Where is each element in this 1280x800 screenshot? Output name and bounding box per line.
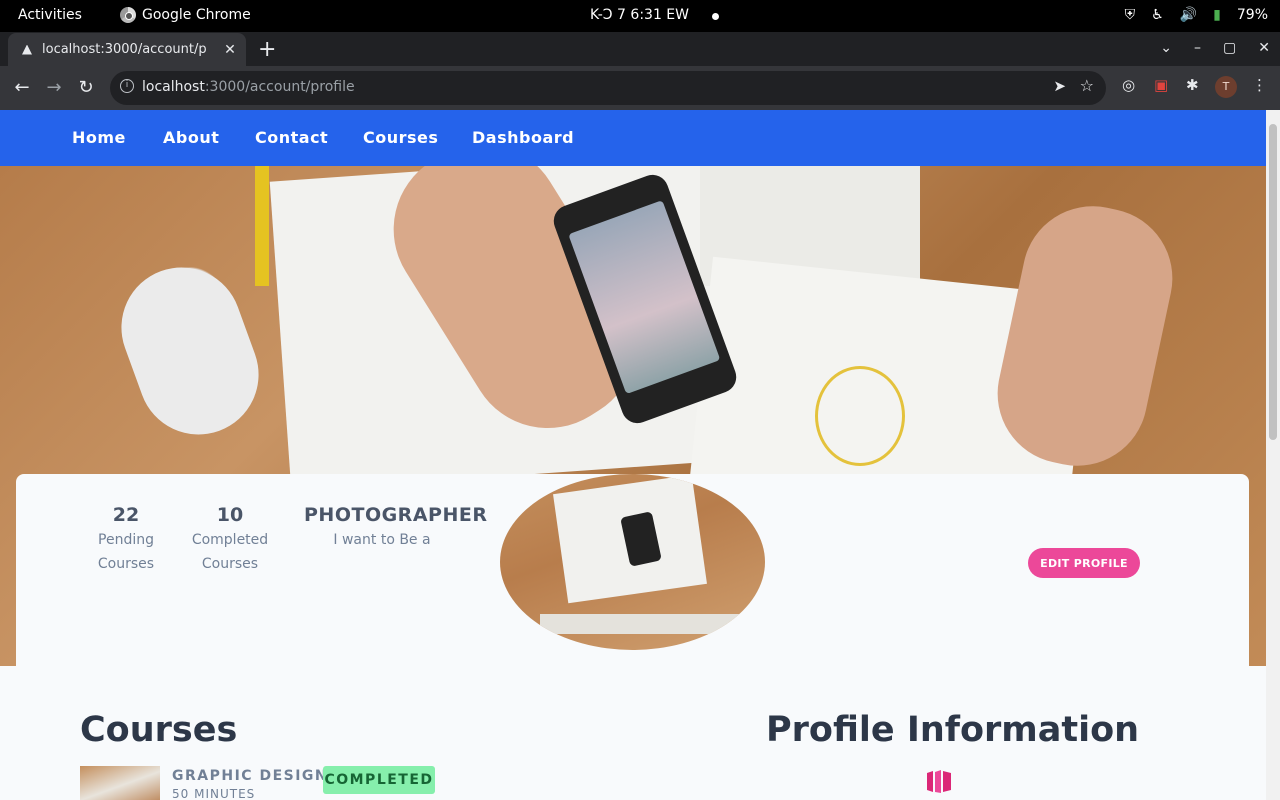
close-window-icon[interactable]: ✕	[1258, 40, 1270, 56]
address-bar[interactable]: i localhost:3000/account/profile ➤ ☆	[110, 71, 1106, 105]
reload-icon[interactable]: ↻	[72, 74, 100, 102]
profile-avatar[interactable]: T	[1215, 76, 1237, 98]
system-tray[interactable]: ⛨ ♿ 🔊 ▮ 79%	[1125, 7, 1268, 23]
extension-target-icon[interactable]: ◎	[1122, 76, 1135, 94]
close-tab-icon[interactable]: ✕	[220, 42, 240, 58]
stat-role: PHOTOGRAPHER I want to Be a	[304, 504, 488, 552]
edit-profile-button[interactable]: EDIT PROFILE	[1028, 548, 1140, 578]
profile-picture	[500, 474, 765, 650]
extension-red-icon[interactable]: ▣	[1154, 76, 1168, 94]
course-name[interactable]: GRAPHIC DESIGN	[172, 768, 328, 784]
browser-tab-strip: localhost:3000/account/p ✕	[0, 32, 1280, 66]
chrome-icon	[120, 7, 136, 23]
new-tab-icon[interactable]: +	[258, 37, 276, 62]
page-scrollbar[interactable]	[1266, 110, 1280, 800]
activities-button[interactable]: Activities	[18, 7, 82, 23]
accessibility-icon: ♿	[1151, 7, 1164, 23]
courses-heading: Courses	[80, 710, 238, 750]
browser-tab[interactable]: localhost:3000/account/p ✕	[8, 33, 246, 66]
chevron-down-icon[interactable]: ⌄	[1160, 40, 1172, 56]
course-thumbnail[interactable]	[80, 766, 160, 800]
completed-count: 10	[216, 504, 244, 526]
course-duration: 50 MINUTES	[172, 787, 256, 800]
role-value: PHOTOGRAPHER	[304, 504, 488, 526]
stat-pending: 22 Pending Courses	[97, 504, 155, 572]
battery-percent: 79%	[1236, 7, 1268, 23]
send-icon[interactable]: ➤	[1053, 77, 1066, 95]
extensions-puzzle-icon[interactable]: ✱	[1186, 76, 1199, 94]
pending-count: 22	[112, 504, 140, 526]
back-icon[interactable]: ←	[8, 74, 36, 102]
nav-about[interactable]: About	[163, 128, 219, 147]
window-controls: ⌄ – ▢ ✕	[1160, 40, 1270, 56]
role-label: I want to Be a	[333, 532, 431, 548]
scrollbar-thumb[interactable]	[1269, 124, 1277, 440]
maximize-icon[interactable]: ▢	[1223, 40, 1236, 56]
forward-icon[interactable]: →	[40, 74, 68, 102]
volume-icon: 🔊	[1179, 7, 1198, 23]
tab-title: localhost:3000/account/p	[42, 42, 207, 57]
site-info-icon[interactable]: i	[120, 79, 134, 93]
profile-information-heading: Profile Information	[766, 710, 1140, 750]
clock[interactable]: K-Ͻ 7 6:31 EW	[590, 7, 689, 23]
nav-dashboard[interactable]: Dashboard	[472, 128, 574, 147]
shield-icon: ⛨	[1124, 7, 1136, 23]
kebab-menu-icon[interactable]: ⋮	[1252, 76, 1267, 94]
status-badge: COMPLETED	[323, 766, 435, 794]
stat-completed: 10 Completed Courses	[188, 504, 272, 576]
profile-card: 22 Pending Courses 10 Completed Courses PH…	[16, 474, 1249, 800]
favicon-icon	[22, 44, 32, 55]
web-page: Home About Contact Courses Dashboard 22 …	[0, 110, 1266, 800]
nav-courses[interactable]: Courses	[363, 128, 438, 147]
site-navbar: Home About Contact Courses Dashboard	[0, 110, 1266, 166]
notification-dot-icon	[712, 13, 719, 20]
app-name: Google Chrome	[142, 7, 251, 23]
nav-contact[interactable]: Contact	[255, 128, 328, 147]
system-top-bar: Activities Google Chrome K-Ͻ 7 6:31 EW ⛨…	[0, 0, 1280, 32]
app-menu[interactable]: Google Chrome	[120, 7, 251, 23]
url-text[interactable]: localhost:3000/account/profile	[142, 79, 355, 95]
battery-icon: ▮	[1213, 7, 1221, 23]
brand-logo-icon	[927, 770, 951, 793]
bookmark-star-icon[interactable]: ☆	[1080, 76, 1094, 95]
browser-toolbar: ← → ↻ i localhost:3000/account/profile ➤…	[0, 66, 1280, 110]
nav-home[interactable]: Home	[72, 128, 126, 147]
minimize-icon[interactable]: –	[1194, 40, 1201, 56]
